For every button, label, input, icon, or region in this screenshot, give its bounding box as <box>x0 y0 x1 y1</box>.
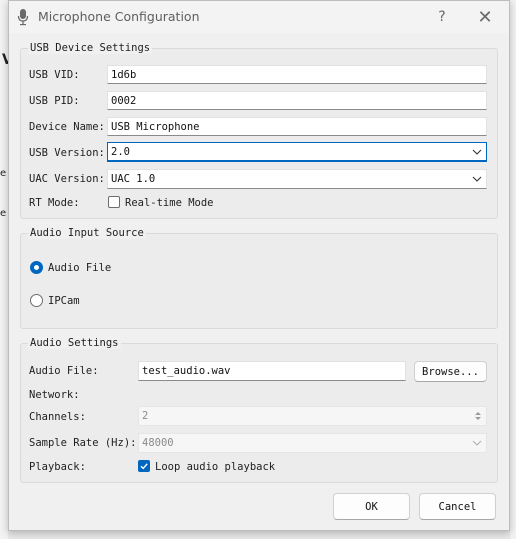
sample-rate-value: 48000 <box>142 437 174 449</box>
usb-vid-field[interactable]: 1d6b <box>107 65 487 84</box>
rt-mode-checkbox[interactable] <box>108 196 120 208</box>
sample-rate-select[interactable]: 48000 <box>138 433 487 453</box>
cancel-button[interactable]: Cancel <box>419 493 496 520</box>
usb-version-select[interactable]: 2.0 <box>107 142 487 162</box>
ipcam-radio[interactable] <box>30 294 43 307</box>
device-name-label: Device Name: <box>29 121 105 133</box>
microphone-config-dialog: Microphone Configuration ? ✕ USB Device … <box>8 0 510 531</box>
usb-pid-label: USB PID: <box>29 95 80 107</box>
background-edge-right <box>510 0 516 539</box>
audio-settings-title: Audio Settings <box>28 337 121 349</box>
background-edge-left <box>0 0 8 539</box>
loop-playback-label[interactable]: Loop audio playback <box>155 461 275 473</box>
usb-pid-field[interactable]: 0002 <box>107 91 487 110</box>
close-button[interactable]: ✕ <box>473 5 497 29</box>
device-name-field[interactable]: USB Microphone <box>107 117 487 136</box>
ok-button[interactable]: OK <box>333 493 410 520</box>
sample-rate-label: Sample Rate (Hz): <box>29 437 137 449</box>
title-bar[interactable]: Microphone Configuration ? ✕ <box>9 1 509 33</box>
chevron-down-icon <box>472 149 482 155</box>
usb-vid-label: USB VID: <box>29 69 80 81</box>
rt-mode-label: RT Mode: <box>29 197 80 209</box>
microphone-icon <box>17 9 29 26</box>
chevron-down-icon <box>472 176 482 182</box>
channels-label: Channels: <box>29 411 86 423</box>
playback-label: Playback: <box>29 461 86 473</box>
window-title: Microphone Configuration <box>38 9 200 24</box>
uac-version-label: UAC Version: <box>29 173 105 185</box>
usb-version-value: 2.0 <box>111 146 130 158</box>
audio-file-radio-label[interactable]: Audio File <box>48 262 111 274</box>
chevron-down-icon <box>472 440 482 446</box>
network-label: Network: <box>29 389 80 401</box>
ipcam-radio-label[interactable]: IPCam <box>48 295 80 307</box>
audio-source-group <box>20 233 498 329</box>
usb-settings-title: USB Device Settings <box>28 42 153 54</box>
background-text-fragment: e <box>0 208 7 219</box>
usb-version-label: USB Version: <box>29 147 105 159</box>
audio-file-radio[interactable] <box>30 261 43 274</box>
background-text-fragment: e <box>0 168 7 179</box>
uac-version-value: UAC 1.0 <box>111 173 156 185</box>
help-button[interactable]: ? <box>430 5 454 29</box>
channels-spinbox[interactable]: 2 <box>138 406 487 426</box>
channels-value: 2 <box>142 410 149 422</box>
spin-arrows-icon[interactable] <box>474 410 482 422</box>
loop-playback-checkbox[interactable] <box>138 460 150 472</box>
uac-version-select[interactable]: UAC 1.0 <box>107 169 487 189</box>
rt-mode-checkbox-label[interactable]: Real-time Mode <box>125 197 214 209</box>
audio-source-title: Audio Input Source <box>28 227 146 239</box>
close-icon: ✕ <box>477 6 493 28</box>
audio-file-label: Audio File: <box>29 365 99 377</box>
help-icon: ? <box>438 9 446 25</box>
browse-button[interactable]: Browse... <box>414 361 487 382</box>
audio-file-field[interactable]: test_audio.wav <box>138 361 406 381</box>
checkmark-icon <box>140 463 148 470</box>
